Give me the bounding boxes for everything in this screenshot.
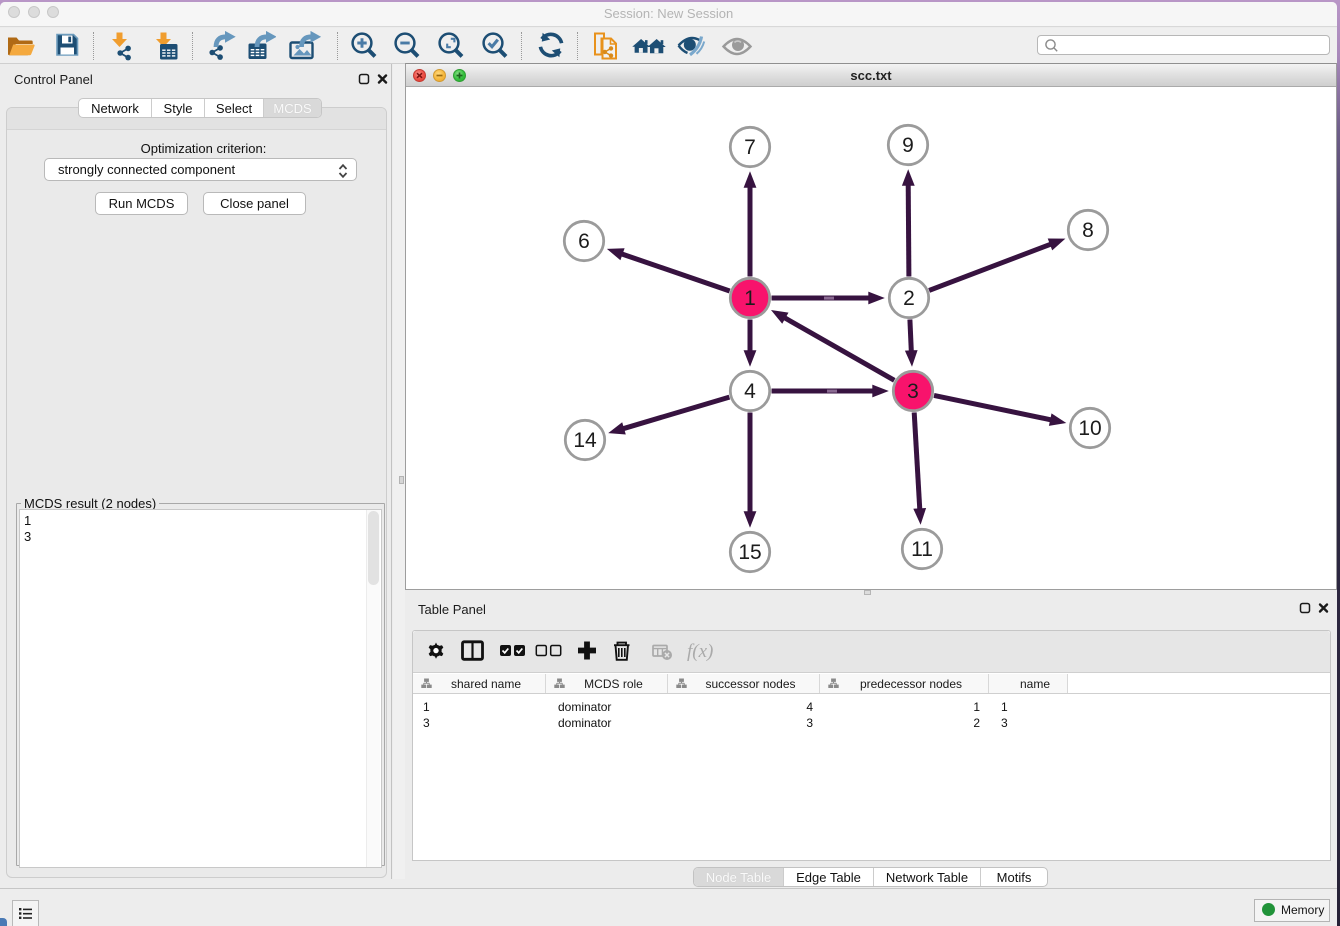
svg-text:7: 7: [744, 136, 756, 159]
svg-text:3: 3: [907, 380, 919, 403]
svg-text:1: 1: [744, 287, 756, 310]
svg-text:6: 6: [578, 230, 590, 253]
svg-text:f(x): f(x): [687, 641, 713, 662]
svg-text:2: 2: [903, 287, 915, 310]
svg-text:9: 9: [902, 134, 914, 157]
svg-text:15: 15: [738, 541, 761, 564]
svg-text:4: 4: [744, 380, 756, 403]
svg-text:14: 14: [573, 429, 597, 452]
svg-text:8: 8: [1082, 219, 1094, 242]
svg-text:11: 11: [911, 538, 933, 561]
svg-text:10: 10: [1078, 417, 1101, 440]
